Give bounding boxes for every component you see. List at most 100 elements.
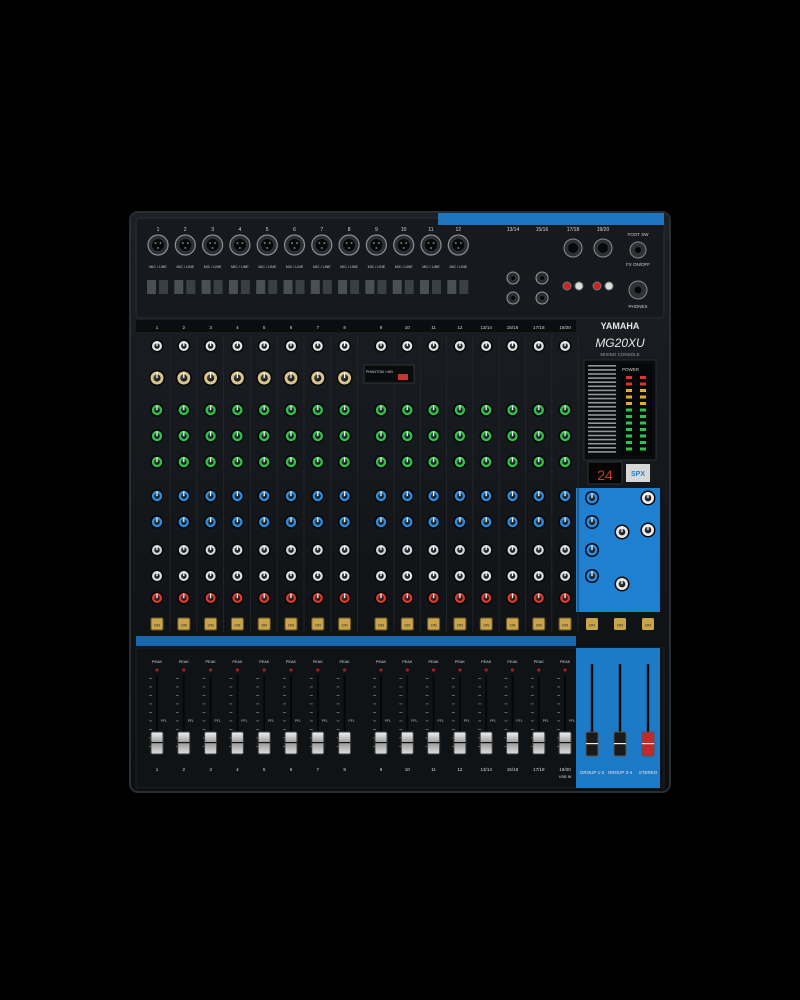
xlr-combo-jack[interactable] [365,234,387,256]
channel-on-button[interactable]: ON [150,617,164,631]
aux-master-knob[interactable] [585,543,599,557]
channel-fader[interactable] [204,731,218,755]
pad-switch[interactable] [283,280,293,294]
channel-on-button[interactable]: ON [311,617,325,631]
level-knob[interactable] [311,591,325,605]
level-knob[interactable] [400,591,414,605]
fx-send-knob[interactable] [284,543,298,557]
eq-knob[interactable] [532,429,546,443]
aux-send-knob[interactable] [453,515,467,529]
aux-send-knob[interactable] [284,515,298,529]
eq-knob[interactable] [311,455,325,469]
xlr-combo-jack[interactable] [256,234,278,256]
hpf-switch[interactable] [432,280,441,294]
hpf-switch[interactable] [240,280,250,294]
xlr-combo-jack[interactable] [174,234,196,256]
pad-switch[interactable] [392,280,402,294]
fx-send-knob[interactable] [204,543,218,557]
compressor-knob[interactable] [175,370,192,386]
eq-knob[interactable] [150,455,164,469]
fx-send-knob[interactable] [177,543,191,557]
aux-send-knob[interactable] [150,489,164,503]
xlr-combo-jack[interactable] [229,234,251,256]
pan-knob[interactable] [479,569,493,583]
phantom-power-switch[interactable]: PHANTOM +48V [363,364,415,384]
fx-send-knob[interactable] [479,543,493,557]
pan-knob[interactable] [204,569,218,583]
level-knob[interactable] [558,591,572,605]
hpf-switch[interactable] [377,280,387,294]
pad-switch[interactable] [338,280,348,294]
level-knob[interactable] [150,591,164,605]
fx-send-knob[interactable] [400,543,414,557]
eq-knob[interactable] [257,429,271,443]
monitor-knob[interactable] [640,490,656,506]
gain-knob[interactable] [204,339,218,353]
channel-fader[interactable] [532,731,546,755]
gain-knob[interactable] [374,339,388,353]
channel-on-button[interactable]: ON [558,617,572,631]
fx-send-knob[interactable] [338,543,352,557]
gain-knob[interactable] [230,339,244,353]
eq-knob[interactable] [558,455,572,469]
pan-knob[interactable] [532,569,546,583]
channel-fader[interactable] [338,731,352,755]
level-knob[interactable] [506,591,519,605]
channel-on-button[interactable]: ON [400,617,414,631]
channel-on-button[interactable]: ON [257,617,271,631]
channel-on-button[interactable]: ON [338,617,352,631]
xlr-combo-jack[interactable] [202,234,224,256]
fx-send-knob[interactable] [506,543,519,557]
channel-on-button[interactable]: ON [204,617,218,631]
pad-switch[interactable] [365,280,375,294]
pad-switch[interactable] [147,280,156,294]
compressor-knob[interactable] [229,370,246,386]
aux-master-knob[interactable] [585,491,599,505]
channel-on-button[interactable]: ON [479,617,493,631]
aux-send-knob[interactable] [257,489,271,503]
fx-send-knob[interactable] [558,543,572,557]
aux-send-knob[interactable] [558,515,572,529]
hpf-switch[interactable] [322,280,332,294]
aux-send-knob[interactable] [230,515,245,529]
eq-knob[interactable] [150,403,164,417]
gain-knob[interactable] [558,339,572,353]
eq-knob[interactable] [479,455,493,469]
xlr-combo-jack[interactable] [147,234,169,256]
eq-knob[interactable] [177,455,191,469]
aux-send-knob[interactable] [532,489,546,503]
right-on-button-1[interactable]: ON [586,618,598,630]
group-fader[interactable] [613,731,627,757]
pad-switch[interactable] [447,280,457,294]
stereo-master-fader[interactable] [641,731,655,757]
pan-knob[interactable] [453,569,467,583]
hpf-switch[interactable] [213,280,223,294]
aux-send-knob[interactable] [311,489,325,503]
right-on-button-2[interactable]: ON [614,618,626,630]
group-fader[interactable] [585,731,599,757]
gain-knob[interactable] [150,339,164,353]
right-on-button-3[interactable]: ON [642,618,654,630]
eq-knob[interactable] [532,403,546,417]
pan-knob[interactable] [150,569,164,583]
channel-fader[interactable] [506,731,519,755]
xlr-combo-jack[interactable] [311,234,333,256]
compressor-knob[interactable] [149,370,165,386]
eq-knob[interactable] [374,403,388,417]
aux-send-knob[interactable] [479,489,493,503]
level-knob[interactable] [284,591,298,605]
channel-fader[interactable] [558,731,572,755]
eq-knob[interactable] [505,429,520,443]
eq-knob[interactable] [311,429,325,443]
aux-send-knob[interactable] [177,515,191,529]
level-knob[interactable] [532,591,546,605]
aux-send-knob[interactable] [284,489,298,503]
compressor-knob[interactable] [202,370,219,386]
eq-knob[interactable] [284,403,298,417]
eq-knob[interactable] [453,403,467,417]
hpf-switch[interactable] [459,280,469,294]
gain-knob[interactable] [177,339,191,353]
eq-knob[interactable] [284,429,298,443]
eq-knob[interactable] [337,429,352,443]
eq-knob[interactable] [400,429,414,443]
